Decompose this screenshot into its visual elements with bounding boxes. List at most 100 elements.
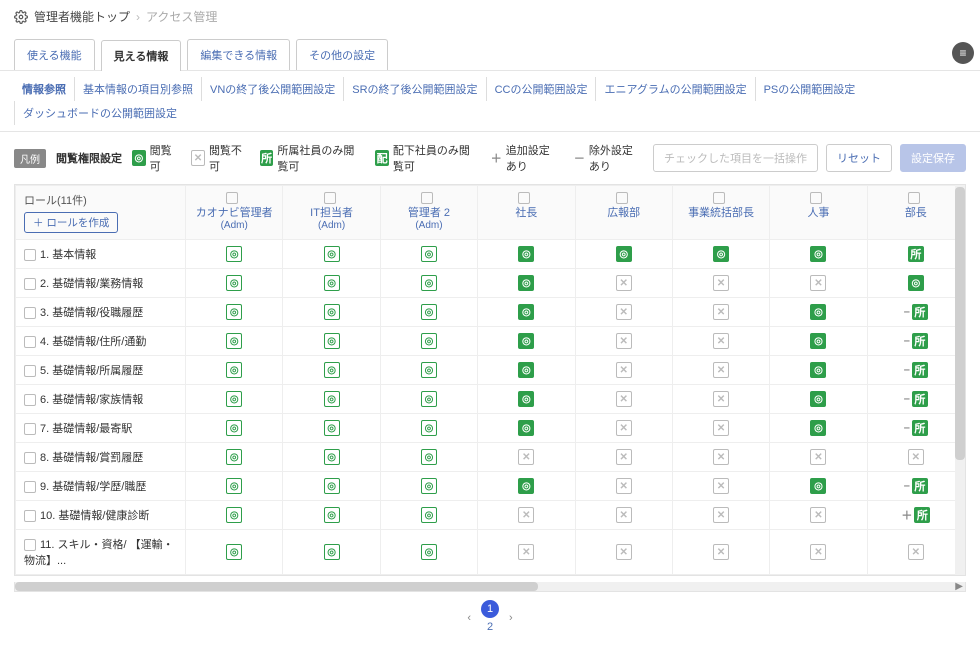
permission-cell[interactable] [380,472,477,501]
row-label[interactable]: 2. 基礎情報/業務情報 [16,269,186,298]
allow-filled-icon[interactable] [810,362,826,378]
permission-cell[interactable] [283,385,380,414]
page-prev[interactable]: ‹ [467,612,471,624]
allow-outline-icon[interactable] [324,544,340,560]
column-checkbox[interactable] [518,192,530,204]
permission-cell[interactable] [283,269,380,298]
row-checkbox[interactable] [24,423,36,435]
row-label[interactable]: 5. 基礎情報/所属履歴 [16,356,186,385]
permission-cell[interactable]: –所 [867,298,964,327]
deny-icon[interactable] [810,544,826,560]
permission-cell[interactable] [478,269,575,298]
permission-cell[interactable] [283,530,380,575]
row-checkbox[interactable] [24,452,36,464]
permission-cell[interactable] [380,414,477,443]
dept-icon[interactable]: 所 [912,391,928,407]
column-checkbox[interactable] [908,192,920,204]
permission-cell[interactable] [770,327,867,356]
permission-cell[interactable] [186,530,283,575]
deny-icon[interactable] [713,275,729,291]
deny-icon[interactable] [713,391,729,407]
permission-cell[interactable]: 所 [867,240,964,269]
permission-cell[interactable] [672,472,769,501]
column-header-2[interactable]: 管理者 2(Adm) [380,186,477,240]
deny-icon[interactable] [908,544,924,560]
allow-outline-icon[interactable] [324,304,340,320]
allow-outline-icon[interactable] [324,246,340,262]
allow-outline-icon[interactable] [226,507,242,523]
permission-cell[interactable] [380,443,477,472]
deny-icon[interactable] [616,391,632,407]
permission-cell[interactable] [770,269,867,298]
permission-cell[interactable] [672,443,769,472]
permission-cell[interactable] [672,501,769,530]
permission-cell[interactable] [380,298,477,327]
permission-cell[interactable] [672,269,769,298]
column-header-6[interactable]: 人事 [770,186,867,240]
reset-button[interactable]: リセット [826,144,892,172]
deny-icon[interactable] [616,333,632,349]
allow-filled-icon[interactable] [518,333,534,349]
subtab-3[interactable]: SRの終了後公開範囲設定 [343,77,485,101]
permission-cell[interactable] [380,356,477,385]
row-label[interactable]: 11. スキル・資格/ 【運輸・物流】... [16,530,186,575]
row-label[interactable]: 7. 基礎情報/最寄駅 [16,414,186,443]
column-checkbox[interactable] [713,192,725,204]
allow-outline-icon[interactable] [324,507,340,523]
permission-cell[interactable] [186,269,283,298]
permission-cell[interactable] [672,327,769,356]
deny-icon[interactable] [908,449,924,465]
deny-icon[interactable] [518,507,534,523]
permission-cell[interactable] [283,240,380,269]
allow-outline-icon[interactable] [226,304,242,320]
permission-cell[interactable] [186,472,283,501]
subtab-1[interactable]: 基本情報の項目別参照 [74,77,201,101]
row-label[interactable]: 8. 基礎情報/賞罰履歴 [16,443,186,472]
save-button[interactable]: 設定保存 [900,144,966,172]
row-checkbox[interactable] [24,539,36,551]
dept-icon[interactable]: 所 [912,304,928,320]
permission-cell[interactable] [380,269,477,298]
create-role-button[interactable]: ＋ ロールを作成 [24,212,118,233]
permission-cell[interactable]: –所 [867,327,964,356]
permission-cell[interactable] [672,356,769,385]
column-checkbox[interactable] [421,192,433,204]
permission-cell[interactable] [770,298,867,327]
deny-icon[interactable] [616,449,632,465]
allow-outline-icon[interactable] [226,362,242,378]
allow-outline-icon[interactable] [226,275,242,291]
permission-cell[interactable] [478,530,575,575]
permission-cell[interactable] [672,414,769,443]
column-header-1[interactable]: IT担当者(Adm) [283,186,380,240]
allow-filled-icon[interactable] [713,246,729,262]
allow-filled-icon[interactable] [518,275,534,291]
permission-cell[interactable] [770,356,867,385]
permission-cell[interactable] [478,356,575,385]
allow-filled-icon[interactable] [518,391,534,407]
deny-icon[interactable] [713,333,729,349]
permission-cell[interactable] [283,327,380,356]
allow-outline-icon[interactable] [226,246,242,262]
allow-outline-icon[interactable] [226,391,242,407]
permission-cell[interactable] [575,269,672,298]
column-header-5[interactable]: 事業統括部長 [672,186,769,240]
permission-cell[interactable]: –所 [867,385,964,414]
allow-filled-icon[interactable] [810,333,826,349]
permission-cell[interactable] [672,530,769,575]
deny-icon[interactable] [810,507,826,523]
deny-icon[interactable] [616,304,632,320]
dept-icon[interactable]: 所 [912,420,928,436]
permission-cell[interactable] [575,472,672,501]
breadcrumb-level1[interactable]: 管理者機能トップ [34,8,130,25]
permission-cell[interactable] [770,240,867,269]
subtab-4[interactable]: CCの公開範囲設定 [486,77,596,101]
allow-outline-icon[interactable] [226,333,242,349]
permission-cell[interactable]: –所 [867,414,964,443]
permission-cell[interactable] [380,240,477,269]
row-checkbox[interactable] [24,510,36,522]
permission-cell[interactable] [770,385,867,414]
allow-outline-icon[interactable] [421,275,437,291]
permission-cell[interactable] [575,327,672,356]
allow-outline-icon[interactable] [226,449,242,465]
permission-cell[interactable] [380,530,477,575]
